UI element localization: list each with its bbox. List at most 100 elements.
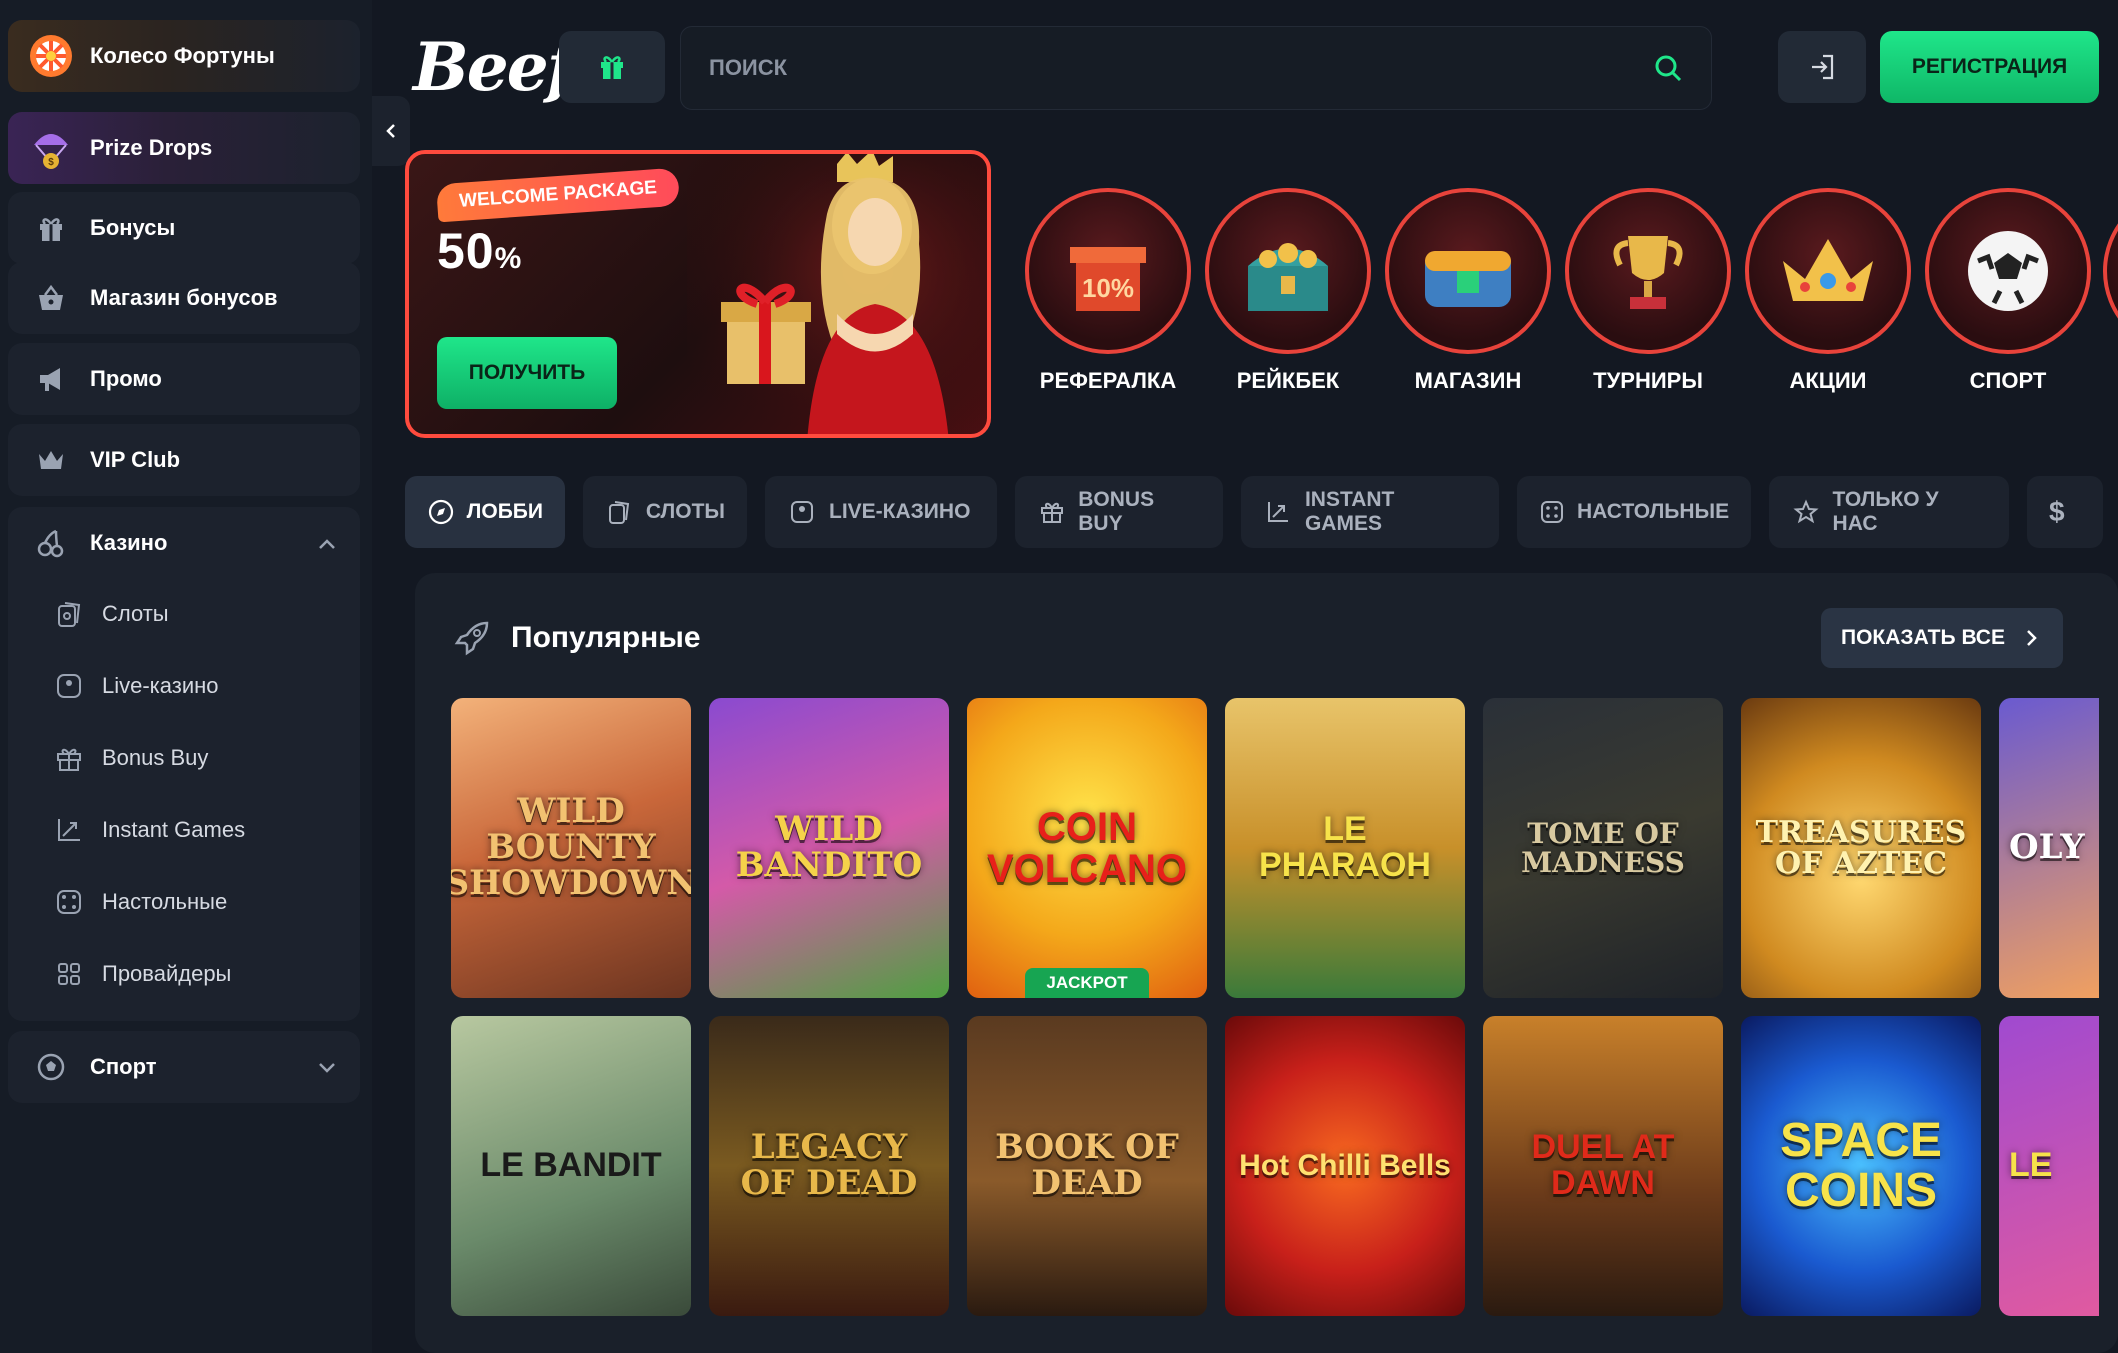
game-tile[interactable]: WILD BOUNTY SHOWDOWN bbox=[451, 698, 691, 998]
logo[interactable]: Beef bbox=[413, 28, 575, 106]
casino-item-providers[interactable]: Провайдеры bbox=[54, 949, 231, 999]
casino-menu-header[interactable]: Казино bbox=[8, 507, 360, 579]
rocket-icon bbox=[451, 617, 493, 664]
casino-item-live[interactable]: Live-казино bbox=[54, 661, 219, 711]
casino-item-slots[interactable]: Слоты bbox=[54, 589, 169, 639]
search-icon[interactable] bbox=[1653, 53, 1683, 83]
game-tile[interactable]: LEGACY OF DEAD bbox=[709, 1016, 949, 1316]
tab-exclusive[interactable]: ТОЛЬКО У НАС bbox=[1769, 476, 2009, 548]
game-tile[interactable]: TREASURES OF AZTEC bbox=[1741, 698, 1981, 998]
game-title: TOME OF MADNESS bbox=[1521, 816, 1685, 879]
game-title: SPACE COINS bbox=[1780, 1113, 1942, 1217]
login-button[interactable] bbox=[1778, 31, 1866, 103]
game-tile[interactable]: WILD BANDITO bbox=[709, 698, 949, 998]
game-tile[interactable]: LE bbox=[1999, 1016, 2099, 1316]
sidebar-item-bonus-shop[interactable]: Магазин бонусов bbox=[8, 262, 360, 334]
tab-lobby[interactable]: ЛОББИ bbox=[405, 476, 565, 548]
game-title: LE PHARAOH bbox=[1259, 810, 1431, 884]
tab-more[interactable]: $ bbox=[2027, 476, 2103, 548]
tab-bonus-buy[interactable]: BONUS BUY bbox=[1015, 476, 1223, 548]
game-tile[interactable]: TOME OF MADNESS bbox=[1483, 698, 1723, 998]
slot-cards-icon bbox=[605, 497, 634, 527]
shop-chest-icon bbox=[1385, 188, 1551, 354]
sidebar-item-label: Prize Drops bbox=[90, 135, 213, 160]
jackpot-badge: JACKPOT bbox=[1025, 968, 1149, 998]
tab-instant-games[interactable]: INSTANT GAMES bbox=[1241, 476, 1499, 548]
tab-slots[interactable]: СЛОТЫ bbox=[583, 476, 747, 548]
casino-item-label: Bonus Buy bbox=[102, 745, 209, 770]
search-input[interactable] bbox=[709, 55, 1653, 81]
compass-icon bbox=[427, 497, 455, 527]
game-title: WILD BOUNTY SHOWDOWN bbox=[451, 791, 691, 903]
casino-item-table[interactable]: Настольные bbox=[54, 877, 227, 927]
dice-icon bbox=[1539, 497, 1565, 527]
sidebar-item-sport[interactable]: Спорт bbox=[8, 1031, 360, 1103]
chevron-down-icon[interactable] bbox=[316, 1056, 338, 1084]
casino-item-label: Провайдеры bbox=[102, 961, 232, 986]
quick-link-label: АКЦИИ bbox=[1789, 368, 1867, 393]
search-bar[interactable] bbox=[680, 26, 1712, 110]
quick-link-sport[interactable]: СПОРТ bbox=[1923, 188, 2093, 408]
sidebar-item-fortune-wheel[interactable]: Колесо Фортуны bbox=[8, 20, 360, 92]
casino-item-bonus-buy[interactable]: Bonus Buy bbox=[54, 733, 208, 783]
game-tile[interactable]: Hot Chilli Bells bbox=[1225, 1016, 1465, 1316]
game-title: DUEL AT DAWN bbox=[1531, 1128, 1675, 1202]
show-all-button[interactable]: ПОКАЗАТЬ ВСЕ bbox=[1821, 608, 2063, 668]
sidebar-item-vip[interactable]: VIP Club bbox=[8, 424, 360, 496]
register-button[interactable]: РЕГИСТРАЦИЯ bbox=[1880, 31, 2099, 103]
casino-item-label: Настольные bbox=[102, 889, 228, 914]
tab-label: $ bbox=[2049, 496, 2065, 527]
gift-icon bbox=[28, 205, 74, 251]
quick-link-partial[interactable] bbox=[2103, 188, 2118, 408]
soccer-ball-icon bbox=[1925, 188, 2091, 354]
queen-with-gift-illustration bbox=[687, 154, 987, 434]
casino-item-label: Слоты bbox=[102, 601, 169, 626]
gift-outline-icon bbox=[54, 743, 84, 773]
tab-live-casino[interactable]: LIVE-КАЗИНО bbox=[765, 476, 997, 548]
game-tile[interactable]: COIN VOLCANO JACKPOT bbox=[967, 698, 1207, 998]
casino-item-instant[interactable]: Instant Games bbox=[54, 805, 245, 855]
game-tile[interactable]: OLY bbox=[1999, 698, 2099, 998]
tab-label: BONUS BUY bbox=[1078, 488, 1155, 535]
casino-label: Казино bbox=[90, 530, 168, 555]
game-tile[interactable]: DUEL AT DAWN bbox=[1483, 1016, 1723, 1316]
tab-table-games[interactable]: НАСТОЛЬНЫЕ bbox=[1517, 476, 1751, 548]
gift-button[interactable] bbox=[559, 31, 665, 103]
game-tile[interactable]: LE BANDIT bbox=[451, 1016, 691, 1316]
quick-link-tournaments[interactable]: ТУРНИРЫ bbox=[1563, 188, 1733, 408]
quick-link-label: ТУРНИРЫ bbox=[1593, 368, 1703, 393]
crown-icon bbox=[1745, 188, 1911, 354]
game-tile[interactable]: SPACE COINS bbox=[1741, 1016, 1981, 1316]
welcome-banner[interactable]: WELCOME PACKAGE 50% ПОЛУЧИТЬ bbox=[405, 150, 991, 438]
show-all-label: ПОКАЗАТЬ ВСЕ bbox=[1841, 626, 2005, 649]
game-title: BOOK OF DEAD bbox=[995, 1127, 1179, 1203]
game-tile[interactable]: LE PHARAOH bbox=[1225, 698, 1465, 998]
game-title: COIN VOLCANO bbox=[987, 805, 1187, 891]
sidebar-item-promo[interactable]: Промо bbox=[8, 343, 360, 415]
grid-icon bbox=[54, 959, 84, 989]
bonus-percent: 50% bbox=[437, 222, 522, 280]
login-icon bbox=[1812, 54, 1834, 80]
sidebar-item-bonuses[interactable]: Бонусы bbox=[8, 192, 360, 264]
gift-icon bbox=[601, 56, 623, 79]
instant-chart-icon bbox=[54, 815, 84, 845]
trophy-icon bbox=[1565, 188, 1731, 354]
dice-icon bbox=[54, 887, 84, 917]
game-tile[interactable]: BOOK OF DEAD bbox=[967, 1016, 1207, 1316]
quick-link-referral[interactable]: 10% РЕФЕРАЛКА bbox=[1023, 188, 1193, 408]
sidebar-item-prize-drops[interactable]: $ Prize Drops bbox=[8, 112, 360, 184]
crown-icon bbox=[28, 437, 74, 483]
tab-label: LIVE-КАЗИНО bbox=[829, 500, 971, 523]
main-content: Beef РЕГИСТРАЦИЯ WELCOME PACKAGE bbox=[395, 0, 2118, 1353]
quick-link-shop[interactable]: МАГАЗИН bbox=[1383, 188, 1553, 408]
parachute-icon: $ bbox=[28, 125, 74, 171]
tab-label: ТОЛЬКО У НАС bbox=[1832, 488, 1939, 535]
chevron-up-icon[interactable] bbox=[316, 533, 338, 561]
quick-link-label: МАГАЗИН bbox=[1414, 368, 1522, 393]
get-bonus-button[interactable]: ПОЛУЧИТЬ bbox=[437, 337, 617, 409]
casino-item-label: Instant Games bbox=[102, 817, 246, 842]
quick-link-rakeback[interactable]: РЕЙКБЕК bbox=[1203, 188, 1373, 408]
quick-link-promotions[interactable]: АКЦИИ bbox=[1743, 188, 1913, 408]
game-title: WILD BANDITO bbox=[735, 809, 923, 885]
basket-icon bbox=[28, 275, 74, 321]
